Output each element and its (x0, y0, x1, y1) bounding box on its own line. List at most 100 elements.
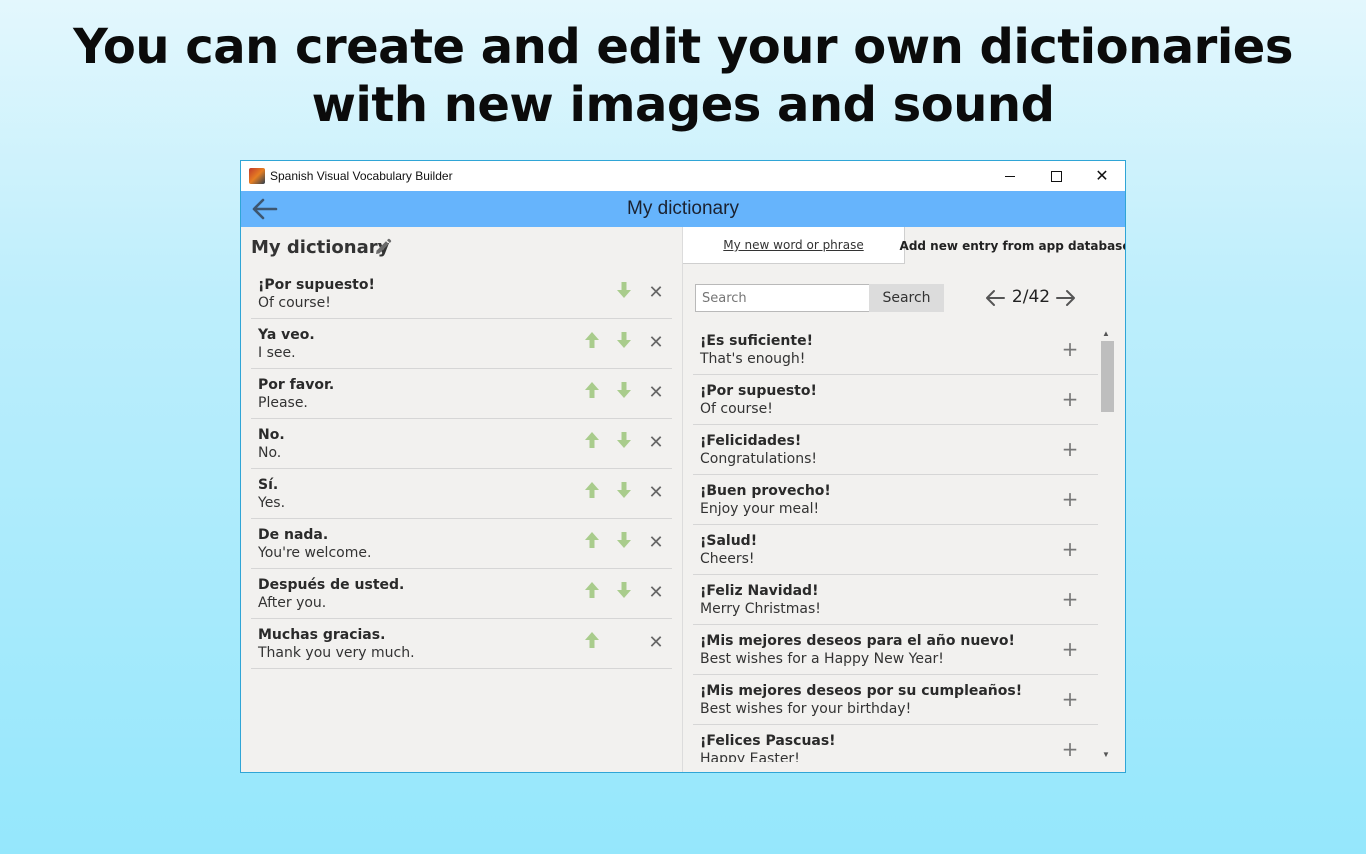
delete-entry-button[interactable]: ✕ (645, 631, 667, 653)
database-entry[interactable]: ¡Felices Pascuas! Happy Easter! + (693, 725, 1098, 762)
database-entry-list: ¡Es suficiente! That's enough! + ¡Por supue… (693, 325, 1098, 762)
database-entry[interactable]: ¡Por supuesto! Of course! + (693, 375, 1098, 425)
dictionary-entry[interactable]: No. No. ✕ (251, 419, 672, 469)
entry-english: Of course! (700, 401, 773, 417)
add-entry-button[interactable]: + (1059, 437, 1081, 461)
move-down-button[interactable] (613, 581, 635, 603)
add-entry-button[interactable]: + (1059, 737, 1081, 761)
title-bar: Spanish Visual Vocabulary Builder ✕ (241, 161, 1125, 191)
scroll-down-icon[interactable]: ▼ (1099, 748, 1113, 760)
add-entry-button[interactable]: + (1059, 387, 1081, 411)
entry-spanish: ¡Es suficiente! (700, 333, 813, 349)
edit-dictionary-button[interactable] (374, 238, 392, 256)
entry-spanish: De nada. (258, 527, 329, 543)
arrow-down-icon (616, 481, 632, 504)
close-window-button[interactable]: ✕ (1079, 161, 1125, 191)
app-bar-title: My dictionary (627, 198, 739, 219)
database-entry[interactable]: ¡Felicidades! Congratulations! + (693, 425, 1098, 475)
close-icon: ✕ (648, 331, 664, 353)
move-down-button[interactable] (613, 331, 635, 353)
entry-spanish: Muchas gracias. (258, 627, 386, 643)
minimize-icon (1005, 175, 1015, 177)
delete-entry-button[interactable]: ✕ (645, 381, 667, 403)
entry-english: Of course! (258, 295, 331, 311)
delete-entry-button[interactable]: ✕ (645, 431, 667, 453)
add-entry-button[interactable]: + (1059, 337, 1081, 361)
headline-line-1: You can create and edit your own diction… (73, 19, 1293, 75)
move-up-button[interactable] (581, 581, 603, 603)
move-up-button[interactable] (581, 381, 603, 403)
entry-spanish: Sí. (258, 477, 279, 493)
plus-icon: + (1061, 737, 1079, 761)
entry-english: Congratulations! (700, 451, 817, 467)
add-entry-pane: My new word or phrase Add new entry from… (683, 227, 1125, 772)
back-button[interactable] (249, 194, 279, 224)
dictionary-entry[interactable]: Después de usted. After you. ✕ (251, 569, 672, 619)
arrow-up-icon (584, 381, 600, 404)
move-down-button[interactable] (613, 531, 635, 553)
move-down-button[interactable] (613, 381, 635, 403)
dictionary-entry[interactable]: De nada. You're welcome. ✕ (251, 519, 672, 569)
entry-english: Yes. (258, 495, 286, 511)
scrollbar-thumb[interactable] (1101, 341, 1114, 412)
move-down-button[interactable] (613, 481, 635, 503)
add-entry-button[interactable]: + (1059, 537, 1081, 561)
database-entry[interactable]: ¡Mis mejores deseos para el año nuevo! Be… (693, 625, 1098, 675)
plus-icon: + (1061, 687, 1079, 711)
page-indicator: 2/42 (1011, 287, 1051, 307)
dictionary-entry[interactable]: ¡Por supuesto! Of course! ✕ (251, 269, 672, 319)
dictionary-entry[interactable]: Muchas gracias. Thank you very much. ✕ (251, 619, 672, 669)
move-up-button[interactable] (581, 631, 603, 653)
tab-add-from-database[interactable]: Add new entry from app database (900, 227, 1125, 264)
dictionary-entry[interactable]: Sí. Yes. ✕ (251, 469, 672, 519)
delete-entry-button[interactable]: ✕ (645, 281, 667, 303)
next-page-button[interactable] (1053, 285, 1079, 311)
move-up-button[interactable] (581, 431, 603, 453)
dictionary-entry[interactable]: Ya veo. I see. ✕ (251, 319, 672, 369)
scroll-up-icon[interactable]: ▲ (1099, 327, 1113, 339)
database-entry[interactable]: ¡Es suficiente! That's enough! + (693, 325, 1098, 375)
search-input[interactable] (695, 284, 873, 312)
delete-entry-button[interactable]: ✕ (645, 581, 667, 603)
arrow-down-icon (616, 381, 632, 404)
close-icon: ✕ (648, 481, 664, 503)
search-button[interactable]: Search (869, 284, 944, 312)
database-entry[interactable]: ¡Mis mejores deseos por su cumpleaños! Be… (693, 675, 1098, 725)
entry-english: Best wishes for a Happy New Year! (700, 651, 944, 667)
add-entry-button[interactable]: + (1059, 637, 1081, 661)
move-up-button[interactable] (581, 331, 603, 353)
entry-spanish: ¡Felicidades! (700, 433, 802, 449)
arrow-down-icon (616, 581, 632, 604)
close-icon: ✕ (648, 531, 664, 553)
move-down-button[interactable] (613, 281, 635, 303)
arrow-down-icon (616, 331, 632, 354)
plus-icon: + (1061, 487, 1079, 511)
move-up-button[interactable] (581, 531, 603, 553)
maximize-button[interactable] (1033, 161, 1079, 191)
arrow-up-icon (584, 631, 600, 654)
close-icon: ✕ (648, 631, 664, 653)
minimize-button[interactable] (987, 161, 1033, 191)
add-entry-button[interactable]: + (1059, 487, 1081, 511)
window-title: Spanish Visual Vocabulary Builder (270, 169, 453, 183)
delete-entry-button[interactable]: ✕ (645, 481, 667, 503)
move-down-button[interactable] (613, 431, 635, 453)
add-entry-button[interactable]: + (1059, 687, 1081, 711)
arrow-up-icon (584, 431, 600, 454)
delete-entry-button[interactable]: ✕ (645, 531, 667, 553)
move-up-button[interactable] (581, 481, 603, 503)
previous-page-button[interactable] (982, 285, 1008, 311)
entry-spanish: ¡Feliz Navidad! (700, 583, 819, 599)
scrollbar[interactable]: ▲ ▼ (1099, 325, 1114, 762)
database-entry[interactable]: ¡Salud! Cheers! + (693, 525, 1098, 575)
plus-icon: + (1061, 387, 1079, 411)
delete-entry-button[interactable]: ✕ (645, 331, 667, 353)
tab-my-new-word[interactable]: My new word or phrase (683, 227, 905, 264)
database-entry[interactable]: ¡Feliz Navidad! Merry Christmas! + (693, 575, 1098, 625)
add-entry-button[interactable]: + (1059, 587, 1081, 611)
dictionary-entry[interactable]: Por favor. Please. ✕ (251, 369, 672, 419)
close-icon: ✕ (648, 581, 664, 603)
entry-spanish: ¡Mis mejores deseos para el año nuevo! (700, 633, 1015, 649)
database-entry[interactable]: ¡Buen provecho! Enjoy your meal! + (693, 475, 1098, 525)
close-icon: ✕ (648, 431, 664, 453)
